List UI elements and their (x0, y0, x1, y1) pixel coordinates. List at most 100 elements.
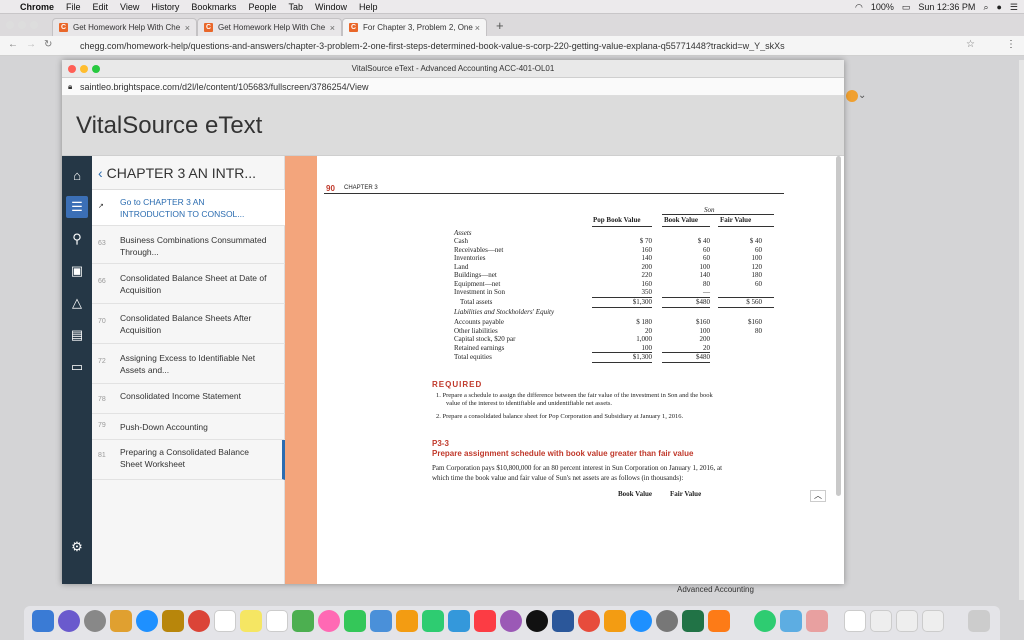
app-store-icon[interactable] (630, 610, 652, 632)
browser-tab[interactable]: C Get Homework Help With Che × (52, 18, 197, 36)
window-zoom-dot[interactable] (30, 21, 38, 29)
flashcard-icon[interactable]: △ (66, 292, 88, 314)
toc-header[interactable]: ‹ CHAPTER 3 AN INTR... (92, 156, 285, 190)
address-input[interactable]: chegg.com/homework-help/questions-and-an… (80, 41, 840, 51)
safari-icon[interactable] (136, 610, 158, 632)
calendar-icon[interactable] (214, 610, 236, 632)
bookmark-star-icon[interactable]: ☆ (966, 39, 975, 50)
toc-item[interactable]: 79 Push-Down Accounting (92, 414, 285, 440)
photos-icon[interactable] (318, 610, 340, 632)
wifi-icon[interactable]: ◠ (855, 2, 863, 13)
system-preferences-icon[interactable] (656, 610, 678, 632)
chevron-down-icon[interactable]: ⌄ (858, 90, 866, 101)
new-tab-button[interactable]: + (496, 18, 504, 33)
menu-chrome[interactable]: Chrome (20, 2, 54, 12)
back-icon[interactable]: ← (8, 39, 18, 50)
siri-dock-icon[interactable] (58, 610, 80, 632)
notes-icon[interactable]: ▭ (66, 356, 88, 378)
battery-icon[interactable]: ▭ (902, 2, 911, 13)
scroll-up-icon[interactable]: ︿ (810, 490, 826, 502)
tab-close-icon[interactable]: × (475, 23, 480, 33)
launchpad-icon[interactable] (84, 610, 106, 632)
menu-bookmarks[interactable]: Bookmarks (191, 2, 236, 12)
messages-icon[interactable] (344, 610, 366, 632)
news-icon[interactable] (578, 610, 600, 632)
pages-icon[interactable] (396, 610, 418, 632)
search-icon[interactable]: ⚲ (66, 228, 88, 250)
tab-close-icon[interactable]: × (185, 23, 190, 33)
document-icon[interactable] (844, 610, 866, 632)
word-icon[interactable] (552, 610, 574, 632)
apple-tv-icon[interactable] (526, 610, 548, 632)
vitalsource-bookshelf-icon[interactable] (708, 610, 730, 632)
reminders-icon[interactable] (266, 610, 288, 632)
menu-view[interactable]: View (120, 2, 139, 12)
toc-panel: ‹ CHAPTER 3 AN INTR... ↗ Go to CHAPTER 3… (92, 156, 285, 584)
music-icon[interactable] (474, 610, 496, 632)
menu-history[interactable]: History (151, 2, 179, 12)
toc-item[interactable]: 72 Assigning Excess to Identifiable Net … (92, 344, 285, 384)
menu-people[interactable]: People (248, 2, 276, 12)
menu-file[interactable]: File (66, 2, 81, 12)
downloads-stack-icon[interactable] (870, 610, 892, 632)
trash-icon[interactable] (968, 610, 990, 632)
downloads-stack-icon[interactable] (922, 610, 944, 632)
forward-icon[interactable]: → (26, 39, 36, 50)
notification-icon[interactable]: ☰ (1010, 2, 1018, 13)
row-label: Cash (454, 237, 468, 245)
chevron-left-icon[interactable]: ‹ (98, 165, 103, 181)
browser-scrollbar[interactable] (1019, 60, 1024, 600)
extension-icon[interactable] (846, 90, 858, 102)
home-icon[interactable]: ⌂ (66, 164, 88, 186)
excel-icon[interactable] (682, 610, 704, 632)
toc-item-current[interactable]: 81 Preparing a Consolidated Balance Shee… (92, 440, 285, 480)
downloads-stack-icon[interactable] (896, 610, 918, 632)
preview-icon[interactable] (780, 610, 802, 632)
spotlight-icon[interactable]: ⌕ (983, 2, 988, 13)
stickies-icon[interactable] (240, 610, 262, 632)
menu-help[interactable]: Help (359, 2, 378, 12)
facetime-icon[interactable] (370, 610, 392, 632)
menu-edit[interactable]: Edit (93, 2, 109, 12)
keynote-icon[interactable] (448, 610, 470, 632)
browser-tab[interactable]: C Get Homework Help With Che × (197, 18, 342, 36)
settings-gear-icon[interactable]: ⚙ (66, 536, 88, 558)
vs-zoom-dot[interactable] (92, 65, 100, 73)
notes-app-icon[interactable] (110, 610, 132, 632)
page-scrollbar[interactable] (836, 156, 841, 496)
toc-icon[interactable]: ☰ (66, 196, 88, 218)
menu-dots-icon[interactable]: ⋮ (1006, 39, 1016, 50)
vs-min-dot[interactable] (80, 65, 88, 73)
books-icon[interactable] (604, 610, 626, 632)
tab-close-icon[interactable]: × (330, 23, 335, 33)
browser-tab-active[interactable]: C For Chapter 3, Problem 2, One × (342, 18, 487, 36)
contacts-icon[interactable] (162, 610, 184, 632)
window-min-dot[interactable] (18, 21, 26, 29)
table-row: Investment in Son 350 — (454, 288, 784, 297)
dictionary-icon[interactable] (806, 610, 828, 632)
toc-item-goto[interactable]: ↗ Go to CHAPTER 3 AN INTRODUCTION TO CON… (92, 190, 285, 226)
toc-item[interactable]: 78 Consolidated Income Statement (92, 384, 285, 414)
window-close-dot[interactable] (6, 21, 14, 29)
clock[interactable]: Sun 12:36 PM (918, 2, 975, 12)
network-icon[interactable] (754, 610, 776, 632)
row-label: Investment in Son (454, 288, 505, 296)
finder-icon[interactable] (32, 610, 54, 632)
podcasts-icon[interactable] (500, 610, 522, 632)
toc-item[interactable]: 66 Consolidated Balance Sheet at Date of… (92, 264, 285, 304)
menu-window[interactable]: Window (315, 2, 347, 12)
toc-item[interactable]: 63 Business Combinations Consummated Thr… (92, 226, 285, 264)
reload-icon[interactable]: ↻ (44, 39, 52, 50)
numbers-icon[interactable] (422, 610, 444, 632)
toc-item[interactable]: 70 Consolidated Balance Sheets After Acq… (92, 304, 285, 344)
tab-label: For Chapter 3, Problem 2, One (363, 23, 473, 32)
maps-icon[interactable] (292, 610, 314, 632)
bookmark-icon[interactable]: ▣ (66, 260, 88, 282)
menu-tab[interactable]: Tab (288, 2, 303, 12)
vs-url[interactable]: saintleo.brightspace.com/d2l/le/content/… (80, 82, 369, 92)
vs-close-dot[interactable] (68, 65, 76, 73)
col-son-bv-header: Book Value (664, 216, 699, 224)
figures-icon[interactable]: ▤ (66, 324, 88, 346)
siri-icon[interactable]: ● (996, 2, 1001, 12)
chrome-icon[interactable] (188, 610, 210, 632)
